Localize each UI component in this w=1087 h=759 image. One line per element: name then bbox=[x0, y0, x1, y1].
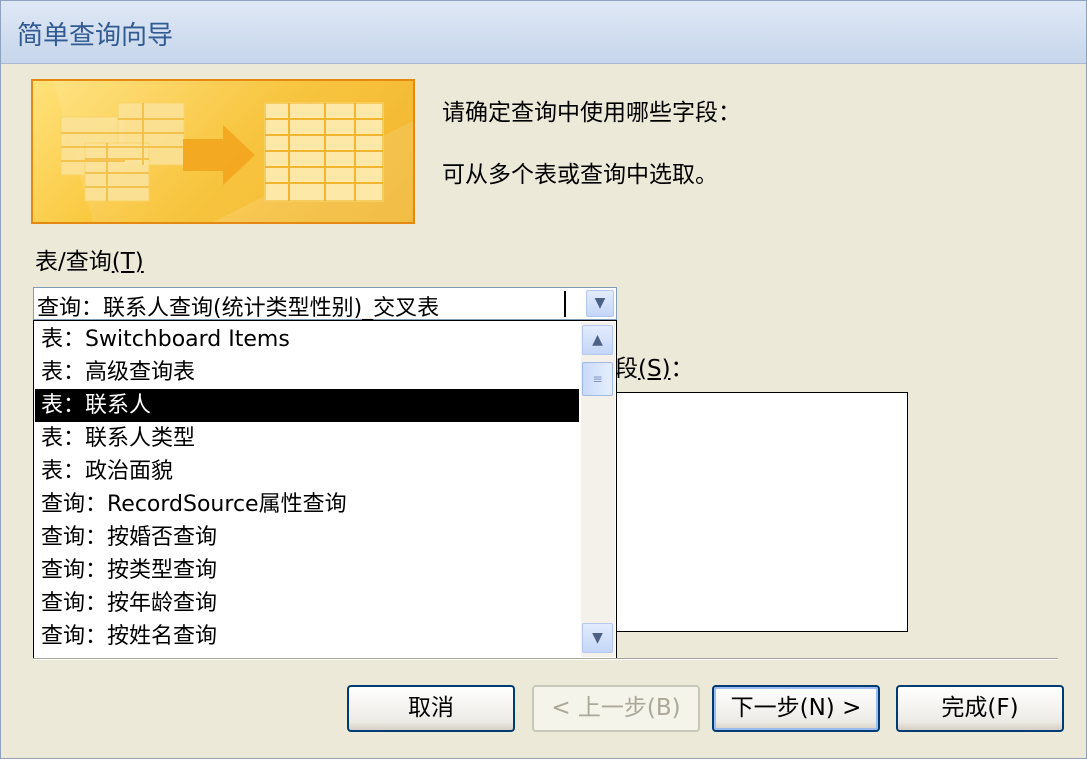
dropdown-option[interactable]: 查询：按年龄查询 bbox=[35, 587, 579, 620]
scrollbar-thumb[interactable]: ≡ bbox=[582, 362, 613, 396]
chevron-up-icon: ▲ bbox=[592, 332, 603, 348]
dropdown-option[interactable]: 查询：按类型查询 bbox=[35, 554, 579, 587]
finish-button[interactable]: 完成(F) bbox=[896, 685, 1064, 732]
simple-query-wizard-dialog: 简单查询向导 请确定查询中使用哪些字段： 可从多个表或查询中选取。 表/查询(T… bbox=[0, 0, 1087, 759]
text-caret bbox=[564, 291, 566, 317]
chevron-down-icon: ▼ bbox=[592, 630, 603, 646]
table-query-label-text: 表/查询 bbox=[35, 249, 112, 275]
combobox-dropdown-button[interactable]: ▼ bbox=[586, 290, 614, 317]
available-fields-label-text: 段 bbox=[615, 356, 638, 382]
dropdown-option[interactable]: 查询：RecordSource属性查询 bbox=[35, 488, 579, 521]
dropdown-option[interactable]: 表：高级查询表 bbox=[35, 356, 579, 389]
cancel-button[interactable]: 取消 bbox=[347, 685, 515, 732]
instruction-line-2: 可从多个表或查询中选取。 bbox=[442, 162, 718, 188]
available-fields-accel: (S) bbox=[638, 356, 671, 382]
dropdown-option-selected[interactable]: 表：联系人 bbox=[35, 389, 579, 422]
dropdown-option[interactable]: 表：政治面貌 bbox=[35, 455, 579, 488]
dropdown-scrollbar[interactable]: ▲ ≡ ▼ bbox=[581, 322, 615, 657]
title-bar: 简单查询向导 bbox=[1, 1, 1086, 64]
chevron-down-icon: ▼ bbox=[594, 295, 606, 311]
table-query-dropdown-list[interactable]: 表：Switchboard Items 表：高级查询表 表：联系人 表：联系人类… bbox=[33, 320, 617, 659]
available-fields-label-suffix: ： bbox=[670, 356, 694, 382]
back-button[interactable]: < 上一步(B) bbox=[532, 685, 700, 732]
dropdown-option[interactable]: 表：Switchboard Items bbox=[35, 323, 579, 356]
scroll-down-button[interactable]: ▼ bbox=[582, 623, 613, 653]
available-fields-label: 段(S)： bbox=[615, 349, 694, 383]
dropdown-option[interactable]: 查询：按婚否查询 bbox=[35, 521, 579, 554]
dropdown-option[interactable]: 表：联系人类型 bbox=[35, 422, 579, 455]
table-query-label: 表/查询(T) bbox=[35, 242, 144, 276]
wizard-banner-image bbox=[31, 79, 415, 224]
button-separator bbox=[33, 658, 1058, 660]
tables-to-table-illustration bbox=[53, 81, 413, 222]
table-query-selected-value[interactable]: 查询：联系人查询(统计类型性别)_交叉表 bbox=[37, 290, 439, 322]
grip-icon: ≡ bbox=[592, 372, 603, 386]
instruction-line-1: 请确定查询中使用哪些字段： bbox=[442, 100, 741, 126]
window-title: 简单查询向导 bbox=[17, 21, 174, 51]
available-fields-listbox[interactable] bbox=[615, 392, 908, 632]
scroll-up-button[interactable]: ▲ bbox=[582, 325, 613, 355]
table-query-accel: (T) bbox=[111, 249, 144, 275]
dropdown-option[interactable]: 查询：按姓名查询 bbox=[35, 620, 579, 653]
table-query-combobox[interactable]: 查询：联系人查询(统计类型性别)_交叉表 ▼ bbox=[33, 287, 617, 322]
next-button[interactable]: 下一步(N) > bbox=[712, 685, 880, 732]
